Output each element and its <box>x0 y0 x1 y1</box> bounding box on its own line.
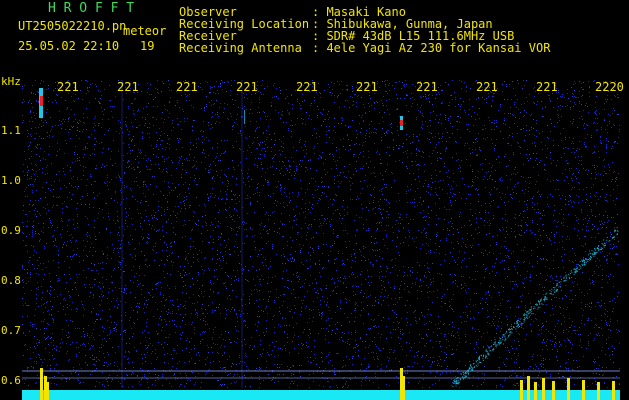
x-tick-label: 221 <box>117 80 139 94</box>
x-tick-label: 221 <box>176 80 198 94</box>
x-tick-label: 221 <box>356 80 378 94</box>
y-tick-label: 1.0 <box>1 174 21 187</box>
spectrogram-plot <box>22 80 620 400</box>
y-axis-unit: kHz <box>1 75 21 88</box>
amplitude-spike <box>552 381 555 400</box>
x-tick-label: 221 <box>296 80 318 94</box>
x-tick-label: 221 <box>236 80 258 94</box>
x-tick-label: 221 <box>416 80 438 94</box>
amplitude-spike <box>534 382 537 400</box>
x-tick-label: 221 <box>476 80 498 94</box>
count-label: 19 <box>140 39 155 53</box>
x-tick-label: 221 <box>57 80 79 94</box>
x-tick-label: 2220 <box>595 80 624 94</box>
amplitude-spike <box>597 382 600 400</box>
meteor-echo-faint <box>244 110 245 124</box>
meteor-echo-core <box>40 96 43 106</box>
antenna-label: Receiving Antenna <box>179 41 302 55</box>
amplitude-spike <box>582 380 585 400</box>
spectrogram-svg <box>22 80 620 400</box>
amplitude-spike <box>542 378 545 400</box>
amplitude-spike <box>46 382 49 400</box>
file-name: UT2505022210.pn <box>18 19 127 33</box>
y-tick-label: 1.1 <box>1 124 21 137</box>
y-tick-label: 0.9 <box>1 224 21 237</box>
amplitude-spike <box>567 378 570 400</box>
datetime-label: 25.05.02 22:10 <box>18 39 120 53</box>
baseline-band <box>22 390 620 400</box>
noise-field-bright <box>22 80 620 388</box>
app-title: H R O F F T <box>48 1 135 16</box>
x-tick-label: 221 <box>536 80 558 94</box>
amplitude-spike <box>402 376 405 400</box>
carrier-trace <box>452 227 618 387</box>
antenna-value: : 4ele Yagi Az 230 for Kansai VOR <box>312 41 551 55</box>
y-tick-label: 0.6 <box>1 374 21 387</box>
y-tick-label: 0.8 <box>1 274 21 287</box>
spectrogram-window: H R O F F T UT2505022210.pn meteor 25.05… <box>0 0 629 400</box>
amplitude-spike <box>612 381 615 400</box>
amplitude-spike <box>520 380 523 400</box>
mode-label: meteor <box>123 24 167 38</box>
amplitude-spike <box>40 368 43 400</box>
amplitude-spike <box>527 376 530 400</box>
y-tick-label: 0.7 <box>1 324 21 337</box>
meteor-echo-core <box>400 120 403 126</box>
noise-field <box>22 80 620 388</box>
